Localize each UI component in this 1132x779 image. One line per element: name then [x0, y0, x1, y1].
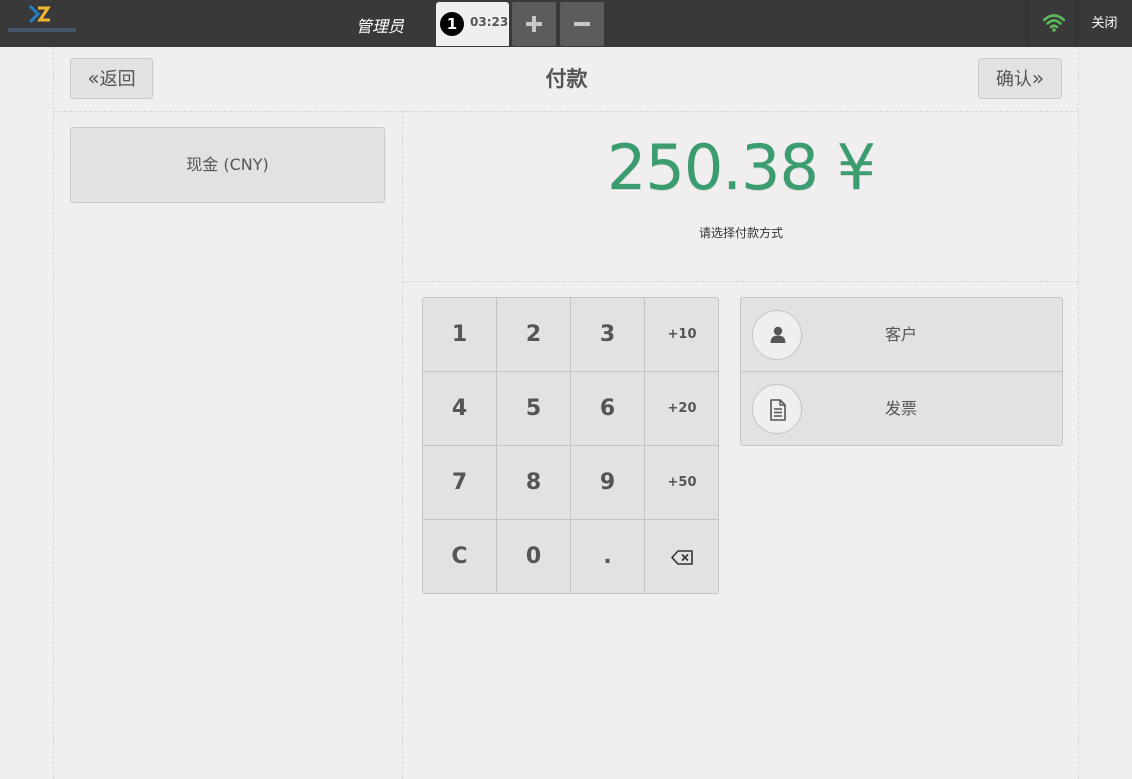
back-button-label: 返回 [99, 69, 136, 90]
backspace-icon [671, 549, 693, 565]
payment-method-cash[interactable]: 现金 (CNY) [70, 127, 385, 203]
numpad-key-plus50[interactable]: +50 [645, 446, 718, 520]
set-customer-button[interactable]: 客户 [741, 298, 1062, 372]
add-order-button[interactable] [512, 2, 556, 46]
numpad-key-3[interactable]: 3 [571, 298, 645, 372]
numpad-key-backspace[interactable] [645, 520, 718, 593]
numpad-key-0[interactable]: 0 [497, 520, 571, 593]
username-label: 管理员 [356, 17, 405, 36]
close-button[interactable]: 关闭 [1076, 0, 1132, 47]
connection-status[interactable] [1027, 0, 1077, 47]
invoice-button[interactable]: 发票 [741, 372, 1062, 445]
confirm-button-label: 确认 [995, 69, 1032, 90]
numpad-key-plus10[interactable]: +10 [645, 298, 718, 372]
confirm-button[interactable]: 确认» [978, 58, 1062, 99]
back-button[interactable]: «返回 [70, 58, 153, 99]
numpad-key-1[interactable]: 1 [423, 298, 497, 372]
user-icon [770, 326, 786, 343]
double-chevron-right-icon: » [1031, 66, 1045, 90]
remove-order-button[interactable] [560, 2, 604, 46]
numpad: 1 2 3 +10 4 5 6 +20 7 8 9 +50 C 0 . [422, 297, 719, 594]
payment-screen: «返回 付款 确认» 现金 (CNY) 250.38 ¥ 请选择付款方式 1 2… [53, 47, 1079, 779]
invoice-icon-circle [752, 384, 802, 434]
header-divider [54, 111, 1078, 112]
numpad-key-5[interactable]: 5 [497, 372, 571, 446]
wifi-icon [1043, 14, 1065, 32]
minus-icon [574, 22, 590, 26]
numpad-key-plus20[interactable]: +20 [645, 372, 718, 446]
order-actions-panel: 客户 发票 [740, 297, 1063, 446]
customer-icon-circle [752, 310, 802, 360]
order-time: 03:23 [470, 15, 509, 29]
plus-icon [526, 16, 542, 32]
numpad-key-clear[interactable]: C [423, 520, 497, 593]
numpad-key-8[interactable]: 8 [497, 446, 571, 520]
numpad-key-9[interactable]: 9 [571, 446, 645, 520]
invoice-label: 发票 [884, 399, 917, 418]
document-icon [770, 399, 786, 421]
column-divider [402, 111, 403, 779]
numpad-key-7[interactable]: 7 [423, 446, 497, 520]
order-tab[interactable]: 1 03:23 [436, 2, 509, 46]
double-chevron-left-icon: « [87, 66, 100, 90]
order-number-badge: 1 [440, 12, 464, 36]
total-amount: 250.38 ¥ [606, 131, 876, 204]
page-title: 付款 [545, 67, 588, 91]
numpad-key-4[interactable]: 4 [423, 372, 497, 446]
numpad-key-decimal[interactable]: . [571, 520, 645, 593]
numpad-key-2[interactable]: 2 [497, 298, 571, 372]
customer-label: 客户 [884, 325, 917, 344]
top-bar: 管理员 1 03:23 关闭 [0, 0, 1132, 47]
numpad-key-6[interactable]: 6 [571, 372, 645, 446]
company-logo [8, 4, 76, 36]
payment-hint: 请选择付款方式 [698, 226, 783, 240]
summary-divider [402, 281, 1078, 282]
